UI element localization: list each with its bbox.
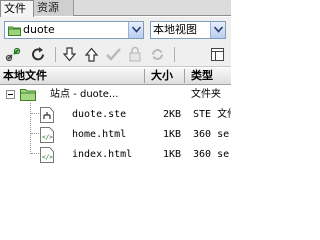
put-files-icon[interactable]	[83, 46, 100, 63]
toolbar-separator	[174, 47, 175, 62]
file-tree: 站点 - duote... 文件夹 duote.ste 2KB STE 文件 <…	[0, 85, 231, 210]
tree-row-file[interactable]: </> home.html 1KB 360 se HTML	[0, 125, 231, 145]
site-folder-icon	[20, 87, 36, 104]
toolbar	[0, 42, 231, 67]
connect-icon[interactable]	[5, 46, 22, 63]
expand-icon[interactable]	[209, 46, 226, 63]
tree-item-type: 文件夹	[191, 89, 221, 100]
synchronize-icon[interactable]	[149, 46, 166, 63]
tree-item-name: home.html	[72, 129, 127, 140]
tab-assets[interactable]: 资源	[34, 0, 74, 16]
tree-row-file[interactable]: </> index.html 1KB 360 se HTML	[0, 145, 231, 165]
column-local-files[interactable]: 本地文件	[0, 68, 140, 84]
column-type[interactable]: 类型	[188, 68, 231, 84]
tab-assets-label: 资源	[37, 1, 59, 14]
tree-item-name: index.html	[72, 149, 133, 160]
refresh-icon[interactable]	[30, 46, 47, 63]
toolbar-separator	[55, 47, 56, 62]
tree-row-root[interactable]: 站点 - duote... 文件夹	[0, 85, 231, 105]
tab-files-label: 文件	[4, 2, 26, 15]
chevron-down-icon[interactable]	[128, 22, 143, 38]
tree-item-type: 360 se HTML	[193, 149, 231, 160]
tree-item-size: 2KB	[163, 109, 182, 120]
site-selector-row: duote 本地视图	[0, 17, 231, 42]
collapse-icon[interactable]	[6, 90, 15, 99]
view-select[interactable]: 本地视图	[150, 21, 226, 39]
site-select[interactable]: duote	[4, 21, 144, 39]
column-size[interactable]: 大小	[148, 68, 184, 84]
html-file-icon: </>	[40, 127, 54, 146]
tree-item-name: 站点 - duote...	[50, 89, 119, 100]
tree-item-type: STE 文件	[193, 109, 231, 120]
check-out-icon[interactable]	[105, 46, 122, 63]
check-in-icon[interactable]	[127, 46, 144, 63]
chevron-down-icon[interactable]	[210, 22, 225, 38]
site-definition-file-icon	[40, 107, 54, 126]
tab-files[interactable]: 文件	[0, 0, 34, 17]
file-list-header: 本地文件 大小 类型	[0, 68, 231, 85]
tree-item-type: 360 se HTML	[193, 129, 231, 140]
svg-text:</>: </>	[42, 134, 53, 141]
site-folder-icon	[8, 25, 21, 39]
panel-tabbar: 文件 资源	[0, 0, 231, 17]
tree-item-size: 1KB	[163, 129, 182, 140]
site-select-value: duote	[23, 23, 55, 36]
view-select-value: 本地视图	[153, 23, 197, 36]
tree-item-name: duote.ste	[72, 109, 127, 120]
column-separator[interactable]	[184, 69, 185, 83]
tree-item-size: 1KB	[163, 149, 182, 160]
svg-text:</>: </>	[42, 154, 53, 161]
column-separator[interactable]	[144, 69, 145, 83]
html-file-icon: </>	[40, 147, 54, 166]
get-files-icon[interactable]	[61, 46, 78, 63]
tree-row-file[interactable]: duote.ste 2KB STE 文件	[0, 105, 231, 125]
